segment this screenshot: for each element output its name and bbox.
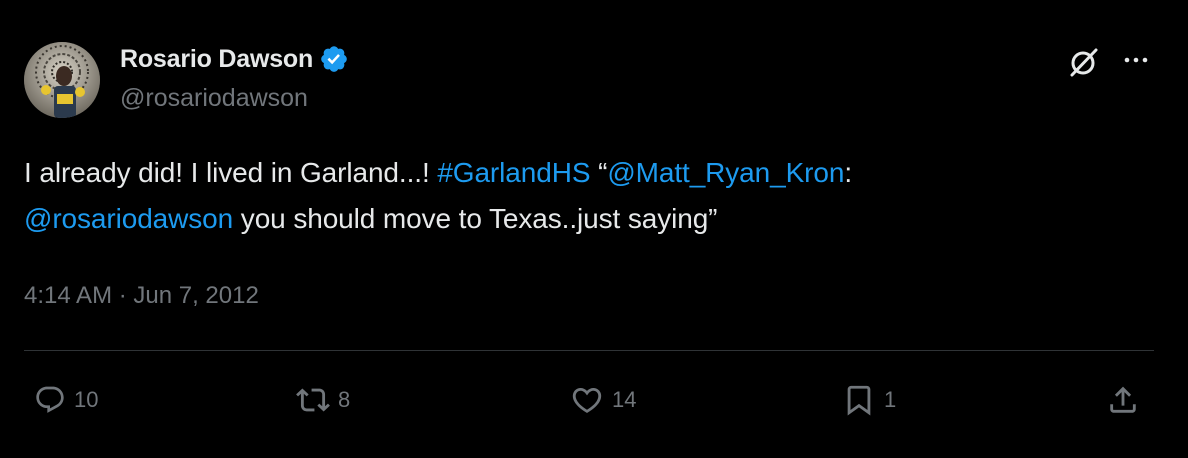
bookmark-icon [842,383,876,417]
author-name-row: Rosario Dawson [120,44,349,74]
verified-badge-icon[interactable] [319,44,349,74]
bookmark-count: 1 [884,387,897,412]
mention-link[interactable]: @Matt_Ryan_Kron [607,157,844,188]
like-count: 14 [612,387,637,412]
heart-icon [570,383,604,417]
tweet-text-segment: : [844,157,853,188]
tweet: Rosario Dawson @rosariodawson I already … [0,0,1188,458]
author-display-name[interactable]: Rosario Dawson [120,45,313,74]
more-icon[interactable] [1118,46,1154,74]
avatar[interactable] [24,42,100,118]
bookmark-button[interactable]: 1 [842,380,896,420]
avatar-image [24,42,100,118]
author-handle[interactable]: @rosariodawson [120,84,308,113]
reply-icon [34,384,66,416]
grok-icon[interactable] [1068,46,1100,78]
share-button[interactable] [1106,380,1140,420]
mention-link[interactable]: @rosariodawson [24,203,233,234]
tweet-text-segment: you should move to Texas..just saying” [233,203,718,234]
tweet-text: I already did! I lived in Garland...! #G… [24,150,1154,242]
tweet-text-segment: I already did! I lived in Garland...! [24,157,438,188]
tweet-text-segment: “ [590,157,608,188]
divider [24,350,1154,351]
share-icon [1106,383,1140,417]
retweet-button[interactable]: 8 [296,380,350,420]
retweet-icon [296,383,330,417]
retweet-count: 8 [338,387,351,412]
reply-count: 10 [74,387,99,412]
reply-button[interactable]: 10 [34,380,98,420]
tweet-timestamp[interactable]: 4:14 AM · Jun 7, 2012 [24,282,259,310]
hashtag-link[interactable]: #GarlandHS [437,157,590,188]
like-button[interactable]: 14 [570,380,636,420]
